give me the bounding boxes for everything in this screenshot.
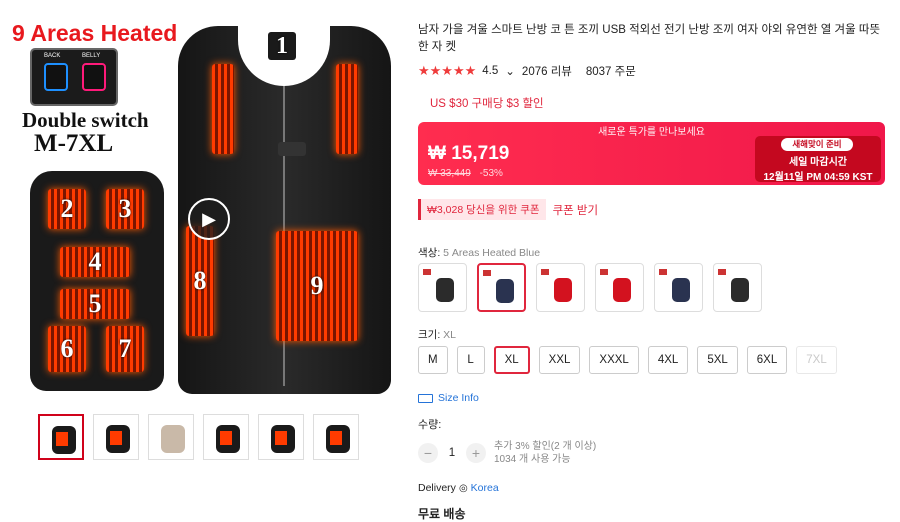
selected-color: 5 Areas Heated Blue: [443, 247, 541, 259]
delivery-location-link[interactable]: Korea: [471, 482, 499, 494]
switch-label-back: BACK: [44, 53, 61, 59]
size-option-5xl[interactable]: 5XL: [697, 346, 738, 374]
heat-zone-1: 1: [268, 32, 296, 60]
thumbnail-4[interactable]: [203, 414, 249, 460]
vest-icon: [613, 278, 631, 302]
vest-icon: [436, 278, 454, 302]
heat-zone-8: 8: [186, 226, 214, 336]
color-swatch-2[interactable]: [477, 263, 526, 312]
size-label: 크기: XL: [418, 327, 456, 342]
vest-back-view: 2 3 4 5 6 7: [30, 171, 164, 391]
size-option-7xl: 7XL: [796, 346, 837, 374]
switch-label-belly: BELLY: [82, 53, 101, 59]
vest-icon: [672, 278, 690, 302]
rating-row: ★★★★★ 4.5 ⌄ 2076 리뷰 8037 주문: [418, 63, 636, 79]
size-info-link[interactable]: Size Info: [418, 392, 479, 404]
color-swatches: [418, 263, 762, 312]
image-banner-title: 9 Areas Heated: [12, 20, 178, 46]
rating-stars-icon: ★★★★★: [418, 63, 477, 78]
coupon-badge: ₩3,028 당신을 위한 쿠폰: [418, 199, 546, 220]
original-price: ₩ 33,449: [428, 168, 471, 179]
quantity-discount-note: 추가 3% 할인(2 개 이상): [494, 441, 597, 452]
free-shipping-heading: 무료 배송: [418, 507, 466, 521]
current-price: ₩ 15,719: [428, 143, 510, 164]
vest-icon: [731, 278, 749, 302]
get-coupon-link[interactable]: 쿠폰 받기: [553, 202, 599, 218]
heat-zone-7: 7: [106, 326, 144, 372]
color-swatch-5[interactable]: [654, 263, 703, 312]
color-swatch-1[interactable]: [418, 263, 467, 312]
product-title: 남자 가을 겨울 스마트 난방 코 튼 조끼 USB 적외선 전기 난방 조끼 …: [418, 24, 881, 53]
discount-percent: -53%: [479, 168, 503, 179]
switch-panel-graphic: BACK BELLY: [30, 48, 118, 106]
selected-size: XL: [443, 329, 457, 341]
size-option-6xl[interactable]: 6XL: [746, 346, 788, 374]
ruler-icon: [418, 393, 433, 403]
review-count[interactable]: 2076 리뷰: [522, 63, 572, 79]
vest-icon: [496, 279, 514, 303]
size-range-caption: M-7XL: [34, 130, 114, 157]
location-pin-icon: ◎: [458, 482, 468, 494]
size-option-4xl[interactable]: 4XL: [647, 346, 689, 374]
delivery-label: Delivery: [418, 482, 456, 494]
main-product-image[interactable]: 9 Areas Heated BACK BELLY Double switch …: [8, 8, 393, 403]
color-label-text: 색상:: [418, 247, 441, 259]
increase-quantity-button[interactable]: +: [466, 443, 486, 463]
size-option-xxl[interactable]: XXL: [538, 346, 581, 374]
price-banner: 새로운 특가를 만나보세요 ₩ 15,719 ₩ 33,449 -53% 새해맞…: [418, 122, 885, 185]
size-option-xl[interactable]: XL: [493, 346, 530, 374]
switch-button-icon: [278, 142, 306, 156]
size-label-text: 크기:: [418, 329, 441, 341]
quantity-value[interactable]: 1: [438, 447, 466, 459]
thumbnail-3[interactable]: [148, 414, 194, 460]
heat-zone-collar-left: [212, 64, 234, 154]
size-option-m[interactable]: M: [418, 346, 448, 374]
original-price-row: ₩ 33,449 -53%: [428, 168, 503, 179]
sale-countdown: 새해맞이 준비 세일 마감시간 12월11일 PM 04:59 KST: [755, 136, 881, 183]
heat-zone-6: 6: [48, 326, 86, 372]
coupon-row: ₩3,028 당신을 위한 쿠폰 쿠폰 받기: [418, 199, 598, 220]
order-count: 8037 주문: [585, 66, 636, 78]
back-switch-icon: [44, 63, 68, 91]
stock-available: 1034 개 사용 가능: [494, 454, 571, 465]
heat-zone-3: 3: [106, 189, 144, 229]
thumbnail-strip: [38, 414, 359, 460]
size-option-l[interactable]: L: [456, 346, 485, 374]
thumbnail-5[interactable]: [258, 414, 304, 460]
size-option-xxxl[interactable]: XXXL: [589, 346, 639, 374]
heat-zone-collar-right: [336, 64, 358, 154]
decrease-quantity-button[interactable]: −: [418, 443, 438, 463]
countdown-time: 12월11일 PM 04:59 KST: [763, 172, 873, 183]
play-video-icon[interactable]: ▶: [188, 198, 230, 240]
size-info-text: Size Info: [438, 392, 479, 404]
color-swatch-4[interactable]: [595, 263, 644, 312]
heat-zone-5: 5: [60, 289, 130, 319]
vest-icon: [554, 278, 572, 302]
color-label: 색상: 5 Areas Heated Blue: [418, 245, 540, 260]
heat-zone-9: 9: [276, 231, 358, 341]
rating-value: 4.5: [482, 65, 499, 77]
chevron-down-icon[interactable]: ⌄: [505, 64, 515, 78]
color-swatch-3[interactable]: [536, 263, 585, 312]
quantity-stepper: − 1 + 추가 3% 할인(2 개 이상) 1034 개 사용 가능: [418, 440, 596, 466]
heat-zone-4: 4: [60, 247, 130, 277]
store-promo: US $30 구매당 $3 할인: [430, 98, 544, 110]
color-swatch-6[interactable]: [713, 263, 762, 312]
countdown-chip: 새해맞이 준비: [781, 138, 853, 151]
belly-switch-icon: [82, 63, 106, 91]
thumbnail-6[interactable]: [313, 414, 359, 460]
heat-zone-2: 2: [48, 189, 86, 229]
quantity-note: 추가 3% 할인(2 개 이상) 1034 개 사용 가능: [494, 440, 596, 466]
product-gallery: 9 Areas Heated BACK BELLY Double switch …: [0, 0, 400, 519]
size-options: M L XL XXL XXXL 4XL 5XL 6XL 7XL: [418, 346, 837, 374]
quantity-label: 수량:: [418, 419, 442, 431]
thumbnail-1[interactable]: [38, 414, 84, 460]
countdown-label: 세일 마감시간: [789, 157, 847, 168]
delivery-row: Delivery ◎ Korea: [418, 482, 499, 494]
thumbnail-2[interactable]: [93, 414, 139, 460]
